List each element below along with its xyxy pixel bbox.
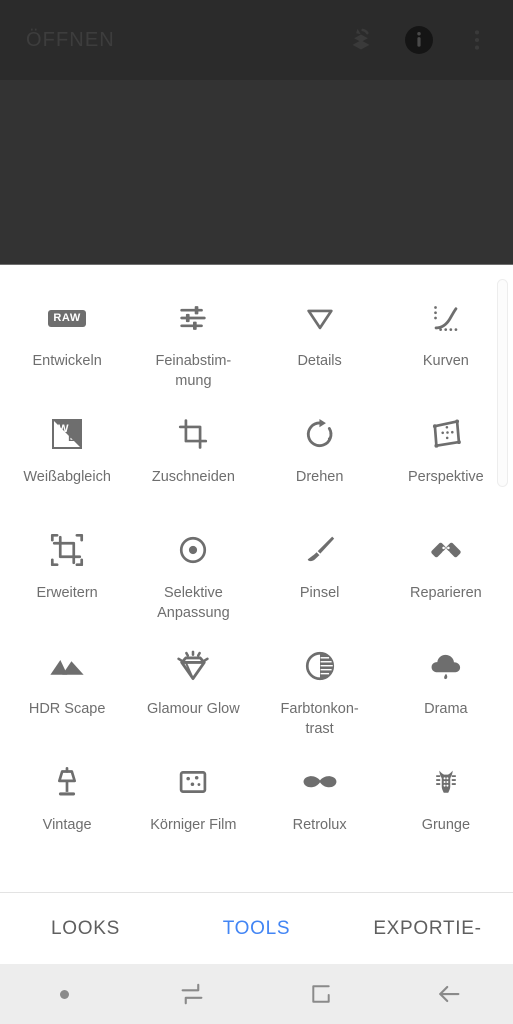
lamp-icon xyxy=(50,761,84,803)
nav-home-square-icon[interactable] xyxy=(257,964,385,1024)
tool-label: Entwickeln xyxy=(32,353,102,369)
raw-badge-icon: RAW xyxy=(48,297,86,339)
mustache-icon xyxy=(300,761,340,803)
brush-icon xyxy=(303,529,337,571)
tool-label: Pinsel xyxy=(299,585,340,601)
triangle-down-icon xyxy=(303,297,337,339)
tool-label: Grunge xyxy=(421,817,471,833)
tab-exportieren[interactable]: EXPORTIE- xyxy=(342,918,513,940)
tool-feinabstimmung[interactable]: Feinabstim- mung xyxy=(130,287,256,403)
tool-grunge[interactable]: Grunge xyxy=(383,751,509,867)
tool-pinsel[interactable]: Pinsel xyxy=(257,519,383,635)
tool-kurven[interactable]: Kurven xyxy=(383,287,509,403)
white-balance-icon: W B xyxy=(52,413,83,455)
tool-koerniger-film[interactable]: Körniger Film xyxy=(130,751,256,867)
tool-glamour-glow[interactable]: Glamour Glow xyxy=(130,635,256,751)
grain-square-icon xyxy=(176,761,210,803)
tool-details[interactable]: Details xyxy=(257,287,383,403)
tool-vintage[interactable]: Vintage xyxy=(4,751,130,867)
top-app-bar: ÖFFNEN xyxy=(0,0,513,80)
tool-label: Perspektive xyxy=(407,469,484,485)
tools-sheet: RAW Entwickeln Feinabstim- mung Details … xyxy=(0,265,513,892)
tool-drehen[interactable]: Drehen xyxy=(257,403,383,519)
tool-farbtonkontrast[interactable]: Farbtonkon- trast xyxy=(257,635,383,751)
tool-weissabgleich[interactable]: W B Weißabgleich xyxy=(4,403,130,519)
tonal-contrast-icon xyxy=(303,645,337,687)
tool-zuschneiden[interactable]: Zuschneiden xyxy=(130,403,256,519)
tool-label: Drama xyxy=(424,701,468,717)
tool-label: Vintage xyxy=(42,817,92,833)
tool-label: Körniger Film xyxy=(150,817,237,833)
tool-label: Glamour Glow xyxy=(147,701,240,717)
nav-back-arrow-icon[interactable] xyxy=(385,964,513,1024)
image-preview-canvas[interactable] xyxy=(0,80,513,265)
curves-icon xyxy=(429,297,463,339)
tool-perspektive[interactable]: Perspektive xyxy=(383,403,509,519)
sliders-icon xyxy=(176,297,210,339)
perspective-icon xyxy=(428,413,464,455)
tools-scrollbar[interactable] xyxy=(497,279,508,487)
tool-drama[interactable]: Drama xyxy=(383,635,509,751)
tool-label: Selektive Anpassung xyxy=(157,585,230,621)
tab-tools[interactable]: TOOLS xyxy=(171,918,342,940)
mountains-icon xyxy=(48,645,86,687)
tool-label: Details xyxy=(297,353,342,369)
info-icon[interactable] xyxy=(397,18,441,62)
tool-entwickeln[interactable]: RAW Entwickeln xyxy=(4,287,130,403)
tools-grid: RAW Entwickeln Feinabstim- mung Details … xyxy=(0,287,513,867)
tool-label: Feinabstim- mung xyxy=(155,353,232,389)
revert-layers-icon[interactable] xyxy=(339,18,383,62)
tool-retrolux[interactable]: Retrolux xyxy=(257,751,383,867)
guitar-headstock-icon xyxy=(429,761,463,803)
gallery-photo-editor-screen: ÖFFNEN RAW Entwickeln Feinabstim- mung D… xyxy=(0,0,513,1024)
tool-label: Retrolux xyxy=(292,817,347,833)
tool-selektive-anpassung[interactable]: Selektive Anpassung xyxy=(130,519,256,635)
crop-icon xyxy=(176,413,210,455)
diamond-sparkle-icon xyxy=(175,645,211,687)
android-navigation-bar xyxy=(0,964,513,1024)
tool-label: Farbtonkon- trast xyxy=(280,701,359,737)
cloud-rain-icon xyxy=(428,645,464,687)
selective-adjust-icon xyxy=(176,529,210,571)
tool-label: Weißabgleich xyxy=(23,469,111,485)
rotate-icon xyxy=(303,413,337,455)
tab-looks[interactable]: LOOKS xyxy=(0,918,171,940)
tool-label: Kurven xyxy=(422,353,469,369)
tool-label: Zuschneiden xyxy=(151,469,235,485)
tool-label: Erweitern xyxy=(36,585,98,601)
tool-reparieren[interactable]: Reparieren xyxy=(383,519,509,635)
expand-icon xyxy=(49,529,85,571)
open-button[interactable]: ÖFFNEN xyxy=(26,29,115,52)
nav-dot[interactable] xyxy=(0,964,128,1024)
healing-patch-icon xyxy=(428,529,464,571)
tool-erweitern[interactable]: Erweitern xyxy=(4,519,130,635)
tool-label: Drehen xyxy=(295,469,344,485)
tool-hdr-scape[interactable]: HDR Scape xyxy=(4,635,130,751)
tool-label: Reparieren xyxy=(410,585,482,601)
tool-label: HDR Scape xyxy=(28,701,106,717)
overflow-menu-icon[interactable] xyxy=(455,18,499,62)
nav-switch-icon[interactable] xyxy=(128,964,256,1024)
bottom-tab-bar: LOOKS TOOLS EXPORTIE- xyxy=(0,892,513,964)
